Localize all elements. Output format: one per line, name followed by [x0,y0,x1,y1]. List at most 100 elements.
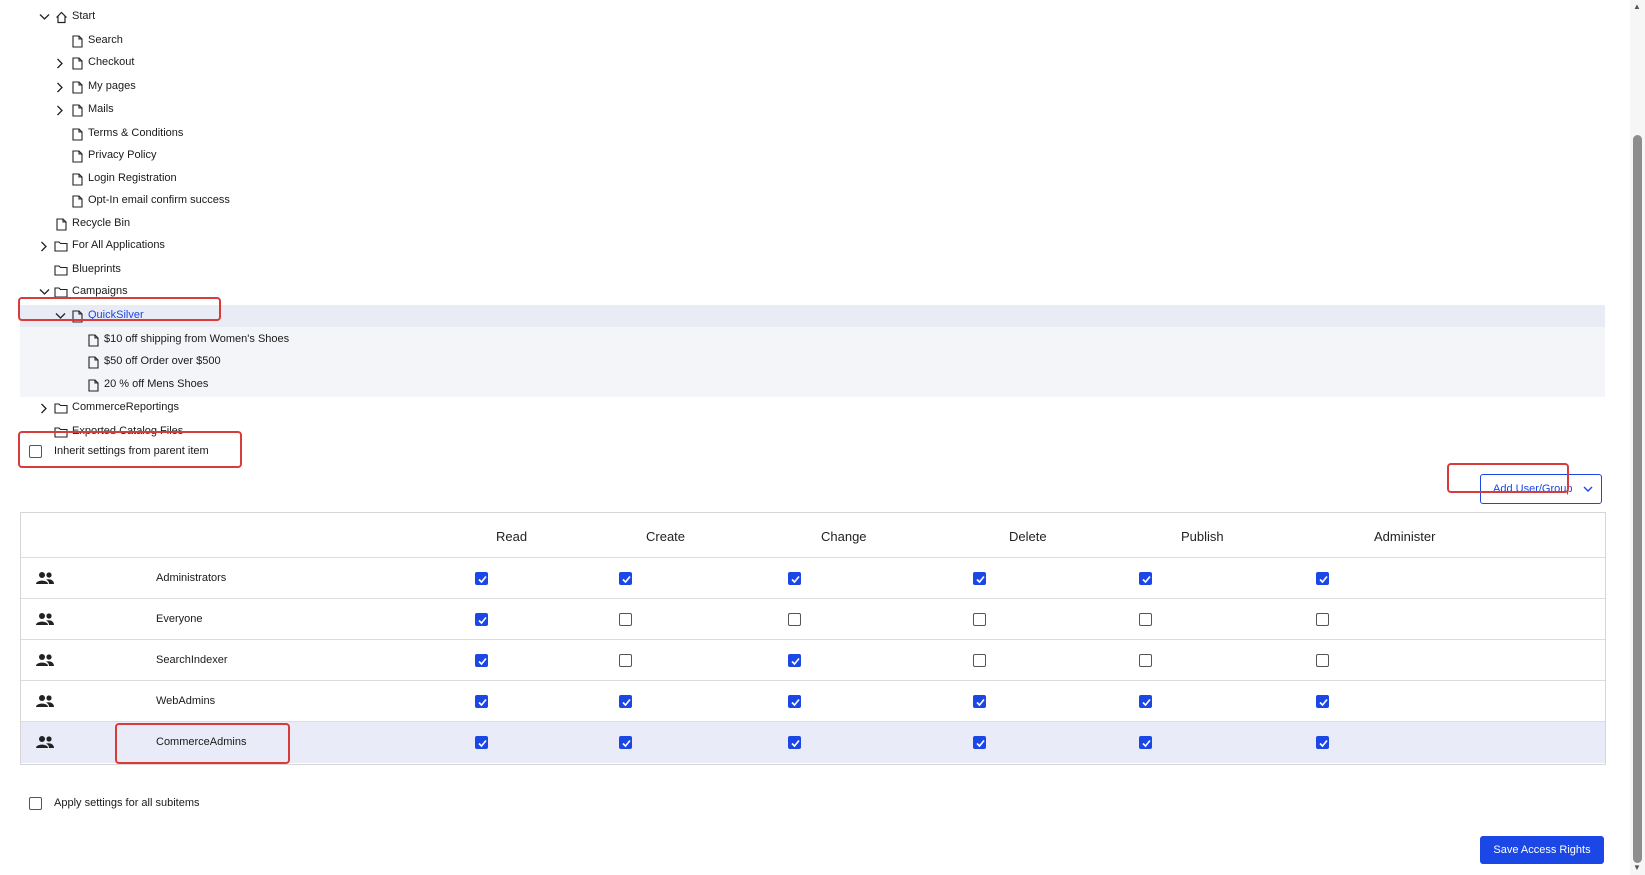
column-header-change: Change [821,529,867,544]
tree-node[interactable]: Search [0,30,1600,52]
group-name: Everyone [156,613,203,625]
scroll-down-arrow[interactable]: ▼ [1633,863,1641,872]
tree-node[interactable]: QuickSilver [0,305,1600,327]
permission-checkbox-publish[interactable] [1139,572,1152,585]
chevron-right-icon[interactable] [54,104,66,116]
permission-checkbox-change[interactable] [788,572,801,585]
permission-checkbox-create[interactable] [619,736,632,749]
permission-checkbox-change[interactable] [788,695,801,708]
group-name: Administrators [156,572,227,584]
permission-row[interactable]: CommerceAdmins [21,721,1605,763]
group-icon [35,735,55,749]
tree-node[interactable]: Terms & Conditions [0,123,1600,145]
tree-node[interactable]: Blueprints [0,259,1600,281]
tree-node[interactable]: Campaigns [0,281,1600,303]
permission-checkbox-administer[interactable] [1316,654,1329,667]
column-header-read: Read [496,529,528,544]
scrollbar-thumb[interactable] [1633,135,1642,863]
permission-row[interactable]: Administrators [21,557,1605,599]
permission-checkbox-administer[interactable] [1316,695,1329,708]
folder-icon [54,239,68,253]
chevron-right-icon[interactable] [38,402,50,414]
permission-row[interactable]: SearchIndexer [21,639,1605,681]
tree-node[interactable]: CommerceReportings [0,397,1600,419]
chevron-right-icon[interactable] [54,57,66,69]
folder-icon [54,263,68,277]
page-icon [70,194,84,208]
inherit-checkbox[interactable] [29,445,42,458]
permission-checkbox-publish[interactable] [1139,654,1152,667]
tree-node[interactable]: For All Applications [0,235,1600,257]
permission-checkbox-change[interactable] [788,736,801,749]
permission-checkbox-delete[interactable] [973,572,986,585]
access-rights-grid: Read Create Change Delete Publish Admini… [20,512,1606,765]
tree-node[interactable]: Checkout [0,52,1600,74]
page-icon [70,127,84,141]
permission-checkbox-read[interactable] [475,654,488,667]
column-header-delete: Delete [1009,529,1047,544]
permission-row[interactable]: WebAdmins [21,680,1605,722]
group-icon [35,571,55,585]
tree-node[interactable]: Exported Catalog Files [0,421,1600,443]
chevron-right-icon[interactable] [38,240,50,252]
tree-node-label: Login Registration [88,172,177,184]
permission-checkbox-read[interactable] [475,695,488,708]
chevron-down-icon[interactable] [54,310,66,322]
permission-checkbox-create[interactable] [619,613,632,626]
page-icon [86,355,100,369]
group-icon [35,694,55,708]
tree-node[interactable]: My pages [0,76,1600,98]
permission-checkbox-administer[interactable] [1316,572,1329,585]
tree-node-label: Mails [88,103,114,115]
permission-row[interactable]: Everyone [21,598,1605,640]
permission-checkbox-delete[interactable] [973,654,986,667]
tree-node-label: $10 off shipping from Women's Shoes [104,333,290,345]
permission-checkbox-read[interactable] [475,572,488,585]
tree-node[interactable]: $50 off Order over $500 [0,351,1600,373]
permission-checkbox-delete[interactable] [973,736,986,749]
scroll-up-arrow[interactable]: ▲ [1633,2,1641,11]
permission-checkbox-read[interactable] [475,736,488,749]
tree-node[interactable]: $10 off shipping from Women's Shoes [0,329,1600,351]
save-access-rights-button[interactable]: Save Access Rights [1480,836,1604,864]
chevron-right-icon[interactable] [54,81,66,93]
folder-icon [54,285,68,299]
chevron-down-icon[interactable] [38,11,50,23]
add-user-group-label: Add User/Group [1493,483,1573,495]
permission-checkbox-publish[interactable] [1139,736,1152,749]
permission-checkbox-delete[interactable] [973,695,986,708]
permission-checkbox-delete[interactable] [973,613,986,626]
permission-checkbox-read[interactable] [475,613,488,626]
permission-checkbox-create[interactable] [619,654,632,667]
tree-node[interactable]: Opt-In email confirm success [0,190,1600,212]
tree-node[interactable]: Login Registration [0,168,1600,190]
group-name: WebAdmins [156,695,216,707]
inherit-label: Inherit settings from parent item [54,445,209,457]
permission-checkbox-publish[interactable] [1139,695,1152,708]
tree-node-label: Start [72,10,96,22]
permission-checkbox-administer[interactable] [1316,613,1329,626]
permission-checkbox-change[interactable] [788,613,801,626]
add-user-group-button[interactable]: Add User/Group [1480,474,1602,504]
page-icon [70,34,84,48]
save-access-rights-label: Save Access Rights [1493,844,1591,856]
tree-node[interactable]: Privacy Policy [0,145,1600,167]
apply-subitems-checkbox[interactable] [29,797,42,810]
tree-node[interactable]: 20 % off Mens Shoes [0,374,1600,396]
tree-node[interactable]: Recycle Bin [0,213,1600,235]
group-name: CommerceAdmins [156,736,247,748]
page-icon [86,333,100,347]
chevron-down-icon[interactable] [38,286,50,298]
tree-node[interactable]: Mails [0,99,1600,121]
permission-checkbox-administer[interactable] [1316,736,1329,749]
permission-checkbox-create[interactable] [619,572,632,585]
permission-checkbox-create[interactable] [619,695,632,708]
tree-node-label: $50 off Order over $500 [104,355,221,367]
tree-node-label: Campaigns [72,285,128,297]
folder-icon [54,401,68,415]
column-header-publish: Publish [1181,529,1224,544]
tree-node[interactable]: Start [0,6,1600,28]
permission-checkbox-change[interactable] [788,654,801,667]
permission-checkbox-publish[interactable] [1139,613,1152,626]
tree-node-label: Recycle Bin [72,217,131,229]
